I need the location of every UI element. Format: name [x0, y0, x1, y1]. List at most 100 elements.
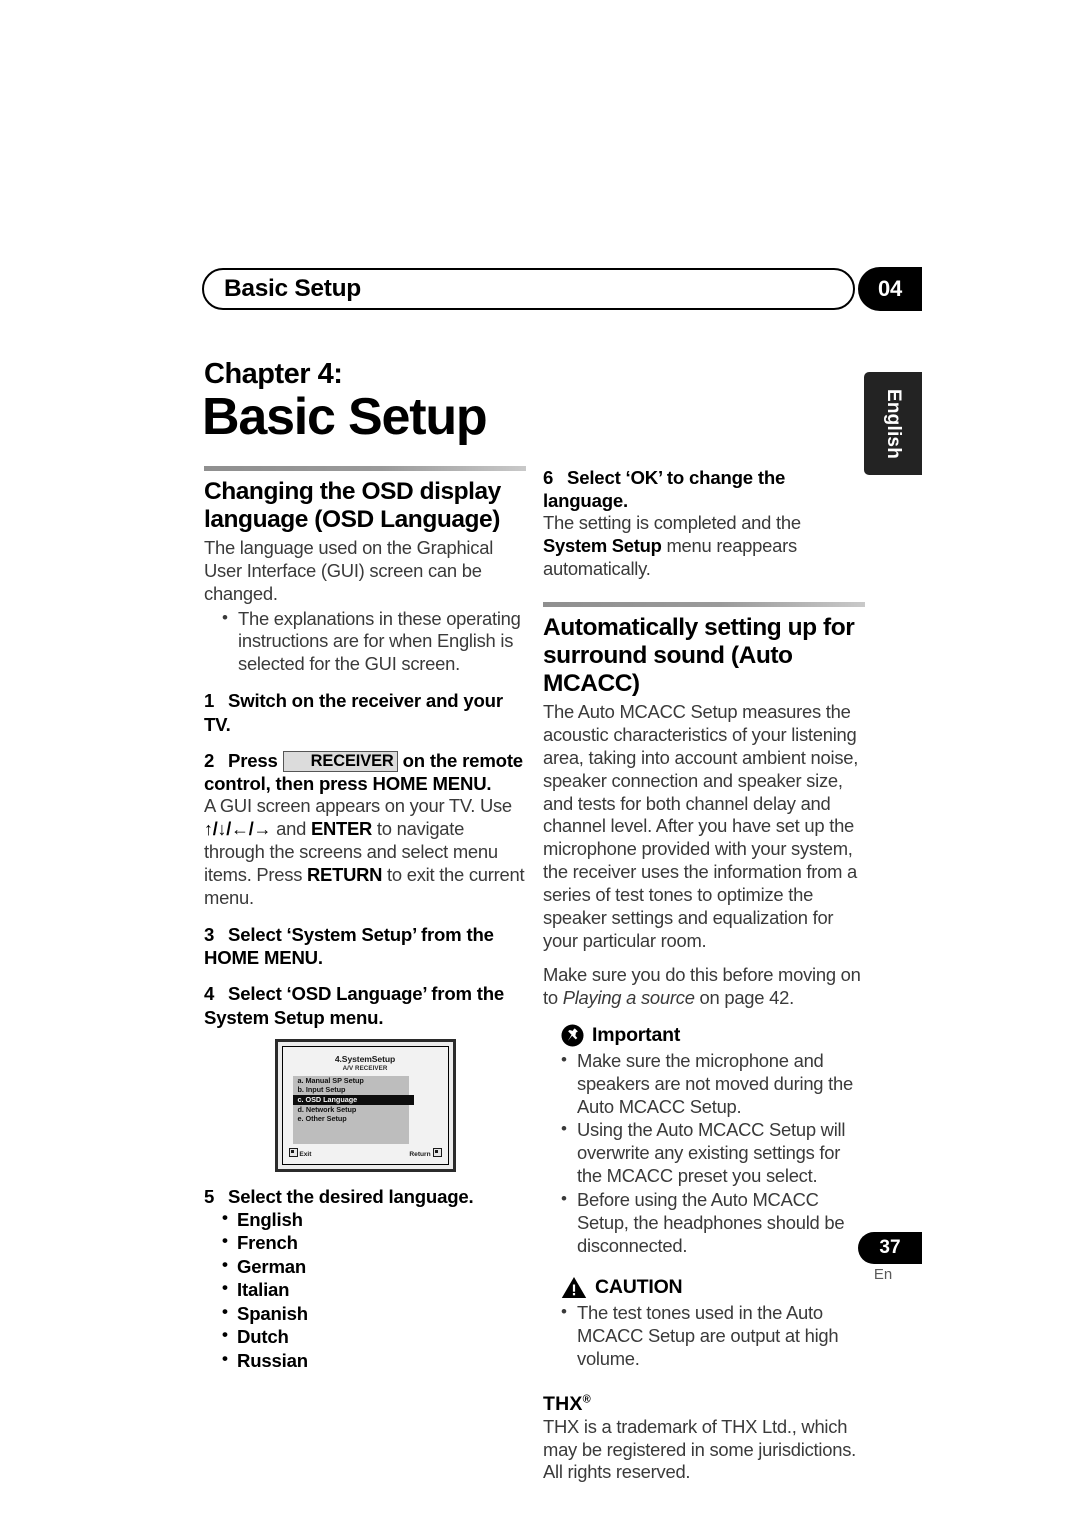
section-heading-line1: Changing the OSD display	[204, 478, 501, 505]
system-setup-emphasis: System Setup	[543, 535, 662, 557]
list-item: The test tones used in the Auto MCACC Se…	[557, 1301, 865, 1371]
step-6-number: 6	[543, 467, 554, 488]
osd-menu-subtitle: A/V RECEIVER	[342, 1064, 388, 1072]
caution-notice-label: CAUTION	[595, 1275, 683, 1298]
section-heading-auto-mcacc: Automatically setting up for surround so…	[543, 614, 865, 698]
step-2-body: A GUI screen appears on your TV. Use ↑/↓…	[204, 795, 526, 910]
page-language-code: En	[873, 1266, 893, 1283]
left-right-arrow-icons: ←/→	[231, 819, 272, 840]
osd-screen-figure: 4.SystemSetup A/V RECEIVER a. Manual SP …	[204, 1038, 526, 1172]
step-5: 5 Select the desired language.	[204, 1185, 526, 1208]
section-rule	[204, 466, 526, 471]
osd-return-label: Return	[409, 1150, 431, 1158]
important-notice-bullets: Make sure the microphone and speakers ar…	[557, 1049, 865, 1258]
step-2: 2 Press RECEIVER on the remote control, …	[204, 749, 526, 796]
section-heading-line1: Automatically setting up for	[543, 614, 855, 642]
caution-notice-header: CAUTION	[543, 1276, 865, 1299]
list-item: The explanations in these operating inst…	[218, 607, 526, 677]
document-page: Basic Setup 04 English Chapter 4: Basic …	[0, 0, 1080, 1527]
step-2-body-pre: A GUI screen appears on your TV. Use	[204, 795, 512, 817]
important-notice: Important Make sure the microphone and s…	[543, 1024, 865, 1258]
registered-trademark-icon: ®	[582, 1393, 591, 1406]
language-side-tab: English	[864, 372, 922, 475]
list-item-language-dutch: Dutch	[220, 1324, 526, 1348]
chapter-label: Chapter 4:	[204, 358, 343, 390]
step-2-body-mid1: and	[271, 818, 311, 840]
list-item-language-german: German	[220, 1254, 526, 1278]
step-2-title: Press RECEIVER on the remote control, th…	[204, 749, 526, 796]
step-4: 4 Select ‘OSD Language’ from the System …	[204, 982, 526, 1028]
thx-trademark-body: THX is a trademark of THX Ltd., which ma…	[543, 1415, 856, 1483]
section-heading-line2: language (OSD Language)	[204, 505, 500, 533]
warning-triangle-icon	[561, 1276, 587, 1298]
language-side-tab-label: English	[883, 388, 904, 459]
thx-heading-text: THX	[543, 1392, 583, 1415]
step-5-title: Select the desired language.	[228, 1185, 474, 1207]
osd-exit-control: Exit	[288, 1147, 312, 1158]
list-item: Using the Auto MCACC Setup will overwrit…	[557, 1118, 865, 1188]
list-item-language-english: English	[220, 1207, 526, 1231]
osd-menu-item-other-setup[interactable]: e. Other Setup	[293, 1114, 409, 1124]
section-intro-paragraph: The language used on the Graphical User …	[204, 536, 494, 604]
osd-menu-item-osd-language[interactable]: c. OSD Language	[292, 1095, 414, 1105]
osd-footer-bar: Exit Return	[288, 1147, 442, 1159]
osd-menu-panel: a. Manual SP Setup b. Input Setup c. OSD…	[292, 1075, 414, 1144]
osd-menu-item-input-setup[interactable]: b. Input Setup	[293, 1085, 409, 1095]
language-option-list: English French German Italian Spanish Du…	[220, 1207, 526, 1372]
right-column: 6 Select ‘OK’ to change the language. Th…	[543, 466, 865, 1486]
step-2-number: 2	[204, 749, 215, 771]
step-6-body: The setting is completed and the System …	[543, 512, 865, 581]
receiver-key-label: RECEIVER	[282, 750, 398, 773]
return-key-label: RETURN	[307, 864, 383, 886]
list-item: Make sure the microphone and speakers ar…	[557, 1049, 865, 1119]
step-1: 1 Switch on the receiver and your TV.	[204, 689, 526, 735]
osd-exit-label: Exit	[299, 1150, 312, 1158]
up-down-arrow-icons: ↑/↓/	[204, 819, 232, 840]
chapter-title: Basic Setup	[202, 388, 488, 446]
section-rule	[543, 602, 865, 608]
caution-notice-bullets: The test tones used in the Auto MCACC Se…	[557, 1301, 865, 1371]
important-notice-header: Important	[543, 1024, 865, 1047]
step-6-body-pre: The setting is completed and the	[543, 512, 801, 534]
return-button-icon	[432, 1147, 442, 1157]
thx-heading: THX®	[543, 1393, 865, 1416]
step-3-number: 3	[204, 923, 215, 945]
section-heading-osd-language: Changing the OSD display language (OSD L…	[204, 478, 526, 534]
step-4-number: 4	[204, 983, 215, 1005]
osd-return-control: Return	[409, 1147, 442, 1158]
left-column: Changing the OSD display language (OSD L…	[204, 466, 526, 1372]
tv-screen-inner: 4.SystemSetup A/V RECEIVER a. Manual SP …	[281, 1045, 449, 1165]
enter-key-label: ENTER	[310, 818, 373, 840]
exit-button-icon	[288, 1147, 298, 1157]
step-3-title: Select ‘System Setup’ from the HOME MENU…	[204, 923, 494, 969]
auto-mcacc-paragraph-1: The Auto MCACC Setup measures the acoust…	[543, 700, 859, 952]
step-4-title: Select ‘OSD Language’ from the System Se…	[204, 983, 505, 1028]
list-item-language-french: French	[220, 1230, 526, 1254]
osd-menu-item-manual-sp-setup[interactable]: a. Manual SP Setup	[293, 1076, 409, 1086]
running-header-title: Basic Setup	[224, 275, 361, 302]
step-2-title-pre: Press	[228, 749, 278, 771]
step-6-title: Select ‘OK’ to change the language.	[543, 467, 786, 512]
caution-notice: CAUTION The test tones used in the Auto …	[543, 1276, 865, 1371]
step-5-number: 5	[204, 1185, 215, 1207]
list-item-language-italian: Italian	[220, 1277, 526, 1301]
list-item-language-russian: Russian	[220, 1348, 526, 1372]
list-item: Before using the Auto MCACC Setup, the h…	[557, 1188, 865, 1258]
osd-menu-item-network-setup[interactable]: d. Network Setup	[293, 1105, 409, 1115]
page-number-tab: 37	[858, 1232, 922, 1264]
list-item-language-spanish: Spanish	[220, 1301, 526, 1325]
running-header: Basic Setup	[202, 268, 857, 312]
important-notice-label: Important	[592, 1023, 681, 1046]
osd-menu-title: 4.SystemSetup	[334, 1053, 396, 1064]
step-1-title: Switch on the receiver and your TV.	[204, 690, 503, 735]
tv-screen-frame: 4.SystemSetup A/V RECEIVER a. Manual SP …	[274, 1038, 456, 1172]
chapter-number-tab: 04	[858, 267, 922, 311]
section-heading-line2: surround sound (Auto MCACC)	[543, 642, 793, 698]
step-3: 3 Select ‘System Setup’ from the HOME ME…	[204, 923, 526, 969]
pushpin-icon	[561, 1024, 584, 1047]
paragraph-2-post: on page 42.	[694, 986, 795, 1008]
gui-explanation-bullets: The explanations in these operating inst…	[218, 607, 526, 677]
step-1-number: 1	[204, 690, 215, 712]
step-6: 6 Select ‘OK’ to change the language.	[543, 466, 865, 512]
auto-mcacc-paragraph-2: Make sure you do this before moving on t…	[543, 964, 865, 1010]
